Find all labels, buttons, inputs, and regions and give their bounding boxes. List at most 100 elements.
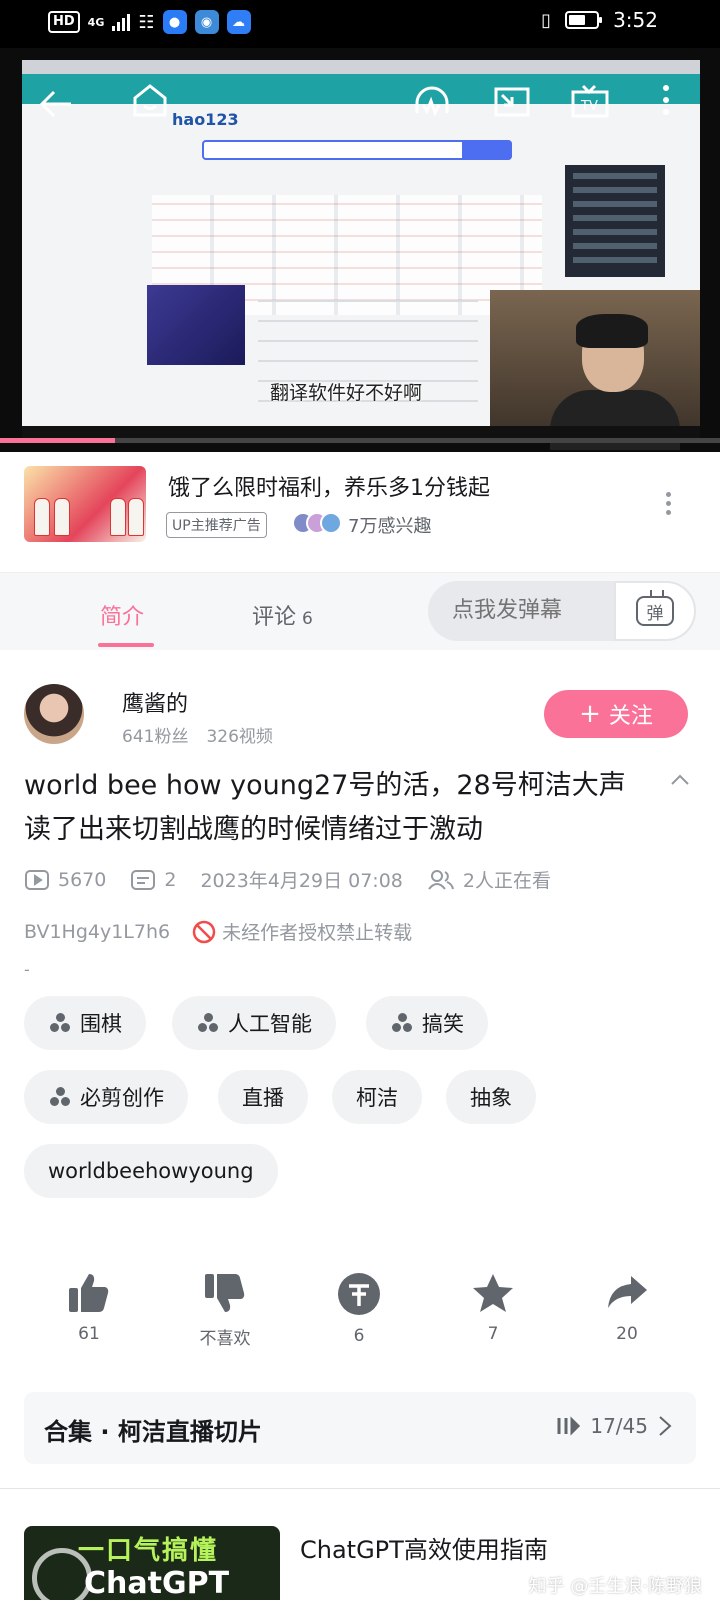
tag-chip[interactable]: worldbeehowyoung bbox=[24, 1144, 278, 1198]
back-icon[interactable] bbox=[34, 82, 78, 126]
channel-icon bbox=[48, 1013, 72, 1033]
tag-chip[interactable]: 抽象 bbox=[446, 1070, 536, 1124]
danmaku-count: 2 bbox=[164, 868, 177, 891]
fans-count: 641粉丝 bbox=[122, 727, 189, 747]
collection-title: 合集 · 柯洁直播切片 bbox=[44, 1418, 262, 1446]
coin-icon bbox=[338, 1273, 380, 1315]
channel-icon bbox=[196, 1013, 220, 1033]
ad-more-icon[interactable] bbox=[666, 492, 672, 515]
tab-comments-label: 评论 bbox=[252, 605, 297, 630]
tag-label: 搞笑 bbox=[422, 1012, 464, 1036]
publish-date: 2023年4月29日 07:08 bbox=[200, 870, 403, 892]
video-player[interactable]: hao123 翻译软件好不好啊 TV bbox=[0, 48, 720, 452]
video-progress-bar[interactable] bbox=[0, 438, 720, 443]
tag-label: 人工智能 bbox=[228, 1012, 312, 1036]
tag-label: 围棋 bbox=[80, 1012, 122, 1036]
share-icon bbox=[608, 1276, 647, 1308]
collection-card[interactable]: 合集 · 柯洁直播切片 17/45 bbox=[24, 1392, 696, 1464]
tag-label: worldbeehowyoung bbox=[48, 1159, 254, 1183]
ad-badge: UP主推荐广告 bbox=[166, 512, 267, 538]
play-count-icon bbox=[25, 869, 49, 890]
thumbs-down-icon bbox=[205, 1274, 245, 1312]
dislike-button[interactable]: 不喜欢 bbox=[180, 1272, 270, 1349]
like-count: 61 bbox=[78, 1324, 100, 1344]
copyright-notice: 未经作者授权禁止转载 bbox=[222, 922, 413, 944]
browser-logo: hao123 bbox=[172, 110, 239, 129]
ad-card[interactable]: 饿了么限时福利，养乐多1分钱起 UP主推荐广告 7万感兴趣 bbox=[0, 452, 720, 562]
svg-text:TV: TV bbox=[580, 99, 598, 114]
notification-app-icon: ● bbox=[162, 10, 187, 34]
video-description: - bbox=[24, 960, 30, 979]
pip-icon[interactable] bbox=[490, 80, 534, 124]
danmaku-count-icon bbox=[131, 869, 156, 890]
channel-icon bbox=[48, 1087, 72, 1107]
coin-count: 6 bbox=[353, 1326, 365, 1346]
follow-label: 关注 bbox=[608, 704, 653, 729]
status-bar: HD 4G ☷ ● ◉ ☁ ▯ 3:52 bbox=[0, 0, 720, 48]
clock: 3:52 bbox=[613, 8, 658, 32]
share-button[interactable]: 20 bbox=[582, 1272, 672, 1344]
collection-progress: 17/45 bbox=[590, 1414, 648, 1438]
tag-label: 必剪创作 bbox=[80, 1086, 164, 1110]
danmaku-bar: 弹 bbox=[428, 581, 696, 641]
notification-app-icon-2: ◉ bbox=[194, 10, 219, 34]
channel-icon bbox=[390, 1013, 414, 1033]
viewers-icon bbox=[428, 869, 454, 890]
section-divider bbox=[0, 1488, 720, 1489]
ad-thumbnail bbox=[24, 466, 146, 542]
ad-title[interactable]: 饿了么限时福利，养乐多1分钱起 bbox=[168, 470, 490, 502]
tag-chip[interactable]: 围棋 bbox=[24, 996, 146, 1050]
tag-chip[interactable]: 柯洁 bbox=[332, 1070, 422, 1124]
video-meta: 5670 2 2023年4月29日 07:08 2人正在看 bbox=[24, 866, 565, 893]
dislike-label: 不喜欢 bbox=[199, 1329, 251, 1349]
coin-button[interactable]: 6 bbox=[314, 1272, 404, 1346]
webcam-overlay bbox=[490, 290, 700, 450]
recommend-title[interactable]: ChatGPT高效使用指南 bbox=[300, 1530, 548, 1565]
tag-chip[interactable]: 人工智能 bbox=[172, 996, 336, 1050]
avatar[interactable] bbox=[24, 684, 84, 744]
like-button[interactable]: 61 bbox=[44, 1272, 134, 1344]
uploader-stats: 641粉丝 326视频 bbox=[122, 722, 273, 747]
star-icon bbox=[473, 1274, 513, 1312]
tag-chip[interactable]: 直播 bbox=[218, 1070, 308, 1124]
hd-badge: HD bbox=[48, 11, 80, 33]
playlist-icon bbox=[557, 1416, 581, 1436]
uploader-name[interactable]: 鹰酱的 bbox=[122, 686, 188, 718]
tag-label: 柯洁 bbox=[356, 1086, 398, 1110]
signal-icon bbox=[112, 13, 131, 31]
more-menu-icon[interactable] bbox=[654, 78, 678, 122]
chevron-right-icon bbox=[659, 1416, 672, 1436]
video-title: world bee how young27号的活，28号柯洁大声读了出来切割战鹰… bbox=[24, 770, 626, 845]
danmaku-input[interactable] bbox=[452, 598, 622, 623]
watermark: 知乎 @壬生浪·陈野狼 bbox=[528, 1576, 702, 1597]
video-progress-fill bbox=[0, 438, 116, 443]
network-label: 4G bbox=[87, 15, 105, 29]
tab-intro[interactable]: 简介 bbox=[100, 599, 144, 631]
video-banner-graphic bbox=[147, 285, 245, 365]
danmaku-icon: 弹 bbox=[636, 596, 674, 626]
ad-interest-count: 7万感兴趣 bbox=[348, 516, 432, 537]
plus-icon: + bbox=[579, 699, 601, 729]
battery-icon bbox=[565, 11, 603, 29]
collapse-chevron-icon[interactable] bbox=[670, 770, 690, 790]
tab-comments[interactable]: 评论 6 bbox=[252, 599, 313, 631]
action-bar: 61 不喜欢 6 7 20 bbox=[0, 1272, 720, 1352]
tag-chip[interactable]: 搞笑 bbox=[366, 996, 488, 1050]
cast-tv-icon[interactable]: TV bbox=[566, 80, 614, 124]
vibrate-icon: ▯ bbox=[541, 9, 552, 31]
share-count: 20 bbox=[616, 1324, 638, 1344]
home-icon[interactable] bbox=[128, 78, 172, 122]
danmaku-toggle-button[interactable]: 弹 bbox=[614, 581, 696, 641]
bvid-row: BV1Hg4y1L7h6 未经作者授权禁止转载 bbox=[24, 918, 412, 945]
follow-button[interactable]: + 关注 bbox=[544, 690, 688, 738]
thumbs-up-icon bbox=[69, 1274, 109, 1312]
recommend-thumbnail[interactable]: 一口气搞懂 ChatGPT bbox=[24, 1526, 280, 1600]
thumb-text-line2: ChatGPT bbox=[84, 1566, 230, 1600]
favorite-button[interactable]: 7 bbox=[448, 1272, 538, 1344]
tag-label: 抽象 bbox=[470, 1086, 512, 1110]
listen-icon[interactable] bbox=[410, 80, 454, 124]
tag-chip[interactable]: 必剪创作 bbox=[24, 1070, 188, 1124]
thumb-text-line1: 一口气搞懂 bbox=[78, 1536, 219, 1566]
video-count: 326视频 bbox=[206, 727, 273, 747]
watching-count: 2人正在看 bbox=[462, 870, 551, 892]
